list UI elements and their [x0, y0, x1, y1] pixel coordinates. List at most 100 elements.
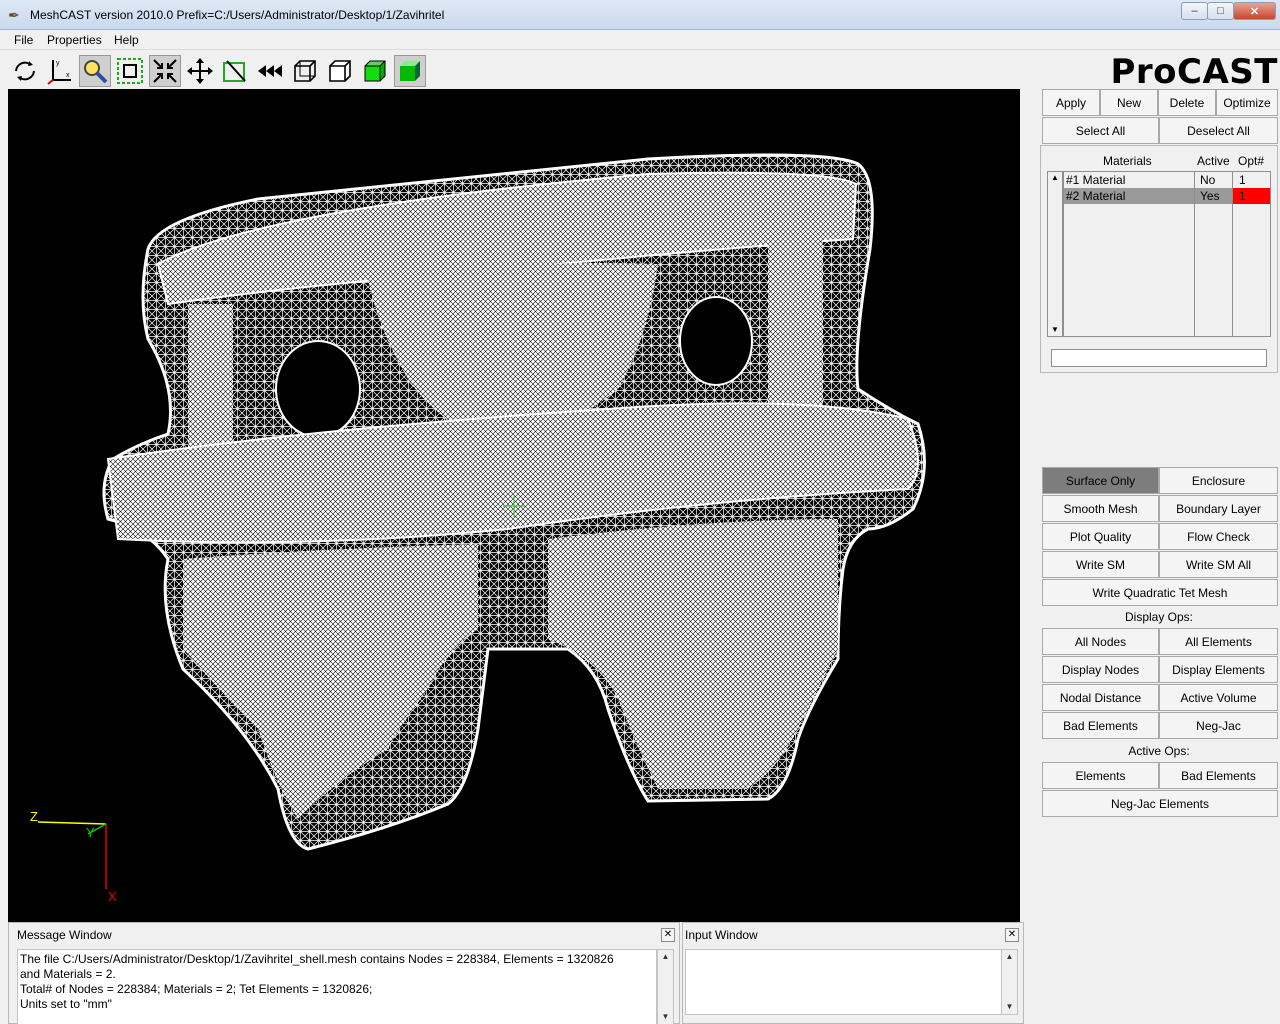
- axis-z-label: Z: [30, 809, 38, 824]
- command-input[interactable]: [685, 949, 1003, 1015]
- display-nodes-button[interactable]: Display Nodes: [1042, 656, 1159, 683]
- plot-quality-button[interactable]: Plot Quality: [1042, 523, 1159, 550]
- nodal-distance-button[interactable]: Nodal Distance: [1042, 684, 1159, 711]
- wire-cube-icon: [294, 60, 316, 82]
- all-nodes-button[interactable]: All Nodes: [1042, 628, 1159, 655]
- solid-cube-icon: [364, 60, 386, 82]
- clip-icon: [223, 60, 246, 82]
- solid-cube-tool[interactable]: [359, 55, 391, 87]
- boundary-layer-button[interactable]: Boundary Layer: [1159, 495, 1278, 522]
- material-1-opt[interactable]: 1: [1237, 172, 1270, 188]
- delete-button[interactable]: Delete: [1158, 89, 1216, 116]
- clip-tool[interactable]: [219, 55, 251, 87]
- zoom-icon: [84, 60, 108, 84]
- bad-elements-button[interactable]: Bad Elements: [1042, 712, 1159, 739]
- apply-button[interactable]: Apply: [1042, 89, 1100, 116]
- pan-tool[interactable]: [184, 55, 216, 87]
- mesh-viewport[interactable]: Z Y X: [8, 89, 1020, 922]
- scroll-up-icon[interactable]: ▲: [1048, 172, 1062, 184]
- write-sm-button[interactable]: Write SM: [1042, 551, 1159, 578]
- wire-cube-tool[interactable]: [289, 55, 321, 87]
- scroll-down-icon[interactable]: ▼: [658, 1010, 673, 1024]
- fit-window-icon: [117, 58, 143, 84]
- smooth-mesh-button[interactable]: Smooth Mesh: [1042, 495, 1159, 522]
- material-2-opt[interactable]: 1: [1233, 188, 1270, 204]
- message-window: Message Window ✕ The file C:/Users/Admin…: [8, 922, 680, 1024]
- all-elements-button[interactable]: All Elements: [1159, 628, 1278, 655]
- message-window-close-icon[interactable]: ✕: [661, 928, 675, 942]
- elements-button[interactable]: Elements: [1042, 762, 1159, 789]
- active-volume-button[interactable]: Active Volume: [1159, 684, 1278, 711]
- svg-text:x: x: [66, 72, 70, 79]
- select-all-button[interactable]: Select All: [1042, 117, 1159, 144]
- enclosure-button[interactable]: Enclosure: [1159, 467, 1278, 494]
- scroll-down-icon[interactable]: ▼: [1048, 324, 1062, 336]
- active-ops-label: Active Ops:: [1128, 744, 1190, 758]
- zoom-tool[interactable]: [79, 55, 111, 87]
- materials-list[interactable]: #1 Material No 1 #2 Material Yes 1: [1063, 171, 1271, 337]
- optimize-button[interactable]: Optimize: [1216, 89, 1278, 116]
- message-scrollbar[interactable]: ▲ ▼: [657, 949, 674, 1024]
- scroll-up-icon[interactable]: ▲: [658, 950, 673, 964]
- window-title: MeshCAST version 2010.0 Prefix=C:/Users/…: [30, 8, 445, 22]
- pan-icon: [187, 58, 213, 84]
- control-panel: Apply New Delete Optimize Select All Des…: [1040, 89, 1280, 1022]
- message-line: Units set to "mm": [20, 997, 112, 1011]
- surface-only-button[interactable]: Surface Only: [1042, 467, 1159, 494]
- svg-text:y: y: [56, 60, 60, 67]
- axes-tool[interactable]: yx: [44, 55, 76, 87]
- reset-view-icon: [258, 65, 282, 77]
- materials-scrollbar[interactable]: ▲ ▼: [1047, 171, 1063, 337]
- menu-file[interactable]: File: [14, 33, 33, 47]
- menu-help[interactable]: Help: [114, 33, 139, 47]
- material-input-field[interactable]: [1051, 349, 1267, 367]
- axis-x-label: X: [108, 889, 117, 904]
- material-1-active[interactable]: No: [1198, 172, 1232, 188]
- shrink-icon: [153, 59, 177, 83]
- flow-check-button[interactable]: Flow Check: [1159, 523, 1278, 550]
- input-window: Input Window ✕ ▲ ▼: [682, 922, 1024, 1024]
- material-2-name[interactable]: #2 Material: [1064, 188, 1194, 204]
- scroll-down-icon[interactable]: ▼: [1002, 1000, 1017, 1014]
- scroll-up-icon[interactable]: ▲: [1002, 950, 1017, 964]
- deselect-all-button[interactable]: Deselect All: [1159, 117, 1278, 144]
- menu-properties[interactable]: Properties: [47, 33, 102, 47]
- close-button[interactable]: ✕: [1233, 2, 1276, 20]
- title-bar: ✒ MeshCAST version 2010.0 Prefix=C:/User…: [0, 0, 1280, 30]
- input-window-title: Input Window: [685, 928, 758, 942]
- maximize-button[interactable]: □: [1207, 2, 1234, 20]
- material-2-active[interactable]: Yes: [1195, 188, 1232, 204]
- materials-header: Materials: [1103, 154, 1152, 168]
- material-1-name[interactable]: #1 Material: [1064, 172, 1194, 188]
- active-bad-elements-button[interactable]: Bad Elements: [1159, 762, 1278, 789]
- menu-bar: File Properties Help: [0, 30, 1280, 50]
- message-line: The file C:/Users/Administrator/Desktop/…: [20, 952, 614, 966]
- axis-triad: Z Y X: [30, 809, 117, 904]
- neg-jac-elements-button[interactable]: Neg-Jac Elements: [1042, 790, 1278, 817]
- write-quadratic-tet-mesh-button[interactable]: Write Quadratic Tet Mesh: [1042, 579, 1278, 606]
- mesh-canvas[interactable]: Z Y X: [8, 89, 1020, 922]
- hidden-cube-tool[interactable]: [324, 55, 356, 87]
- axis-y-label: Y: [86, 825, 95, 840]
- procast-logo: ProCAST: [1110, 52, 1278, 92]
- opt-header: Opt#: [1238, 154, 1265, 168]
- message-log: The file C:/Users/Administrator/Desktop/…: [17, 949, 657, 1024]
- write-sm-all-button[interactable]: Write SM All: [1159, 551, 1278, 578]
- fit-window-tool[interactable]: [114, 55, 146, 87]
- message-window-title: Message Window: [17, 928, 112, 942]
- feather-app-icon: ✒: [8, 7, 20, 23]
- active-header: Active: [1197, 154, 1230, 168]
- shaded-cube-tool[interactable]: [394, 55, 426, 87]
- display-elements-button[interactable]: Display Elements: [1159, 656, 1278, 683]
- input-scrollbar[interactable]: ▲ ▼: [1001, 949, 1018, 1015]
- reset-view-tool[interactable]: [254, 55, 286, 87]
- shrink-tool[interactable]: [149, 55, 181, 87]
- rotate-tool[interactable]: [9, 55, 41, 87]
- neg-jac-button[interactable]: Neg-Jac: [1159, 712, 1278, 739]
- window-controls: – □ ✕: [1181, 2, 1276, 22]
- toolbar: yx: [0, 52, 1040, 88]
- input-window-close-icon[interactable]: ✕: [1005, 928, 1019, 942]
- minimize-button[interactable]: –: [1181, 2, 1208, 20]
- message-line: Total# of Nodes = 228384; Materials = 2;…: [20, 982, 373, 996]
- new-button[interactable]: New: [1100, 89, 1158, 116]
